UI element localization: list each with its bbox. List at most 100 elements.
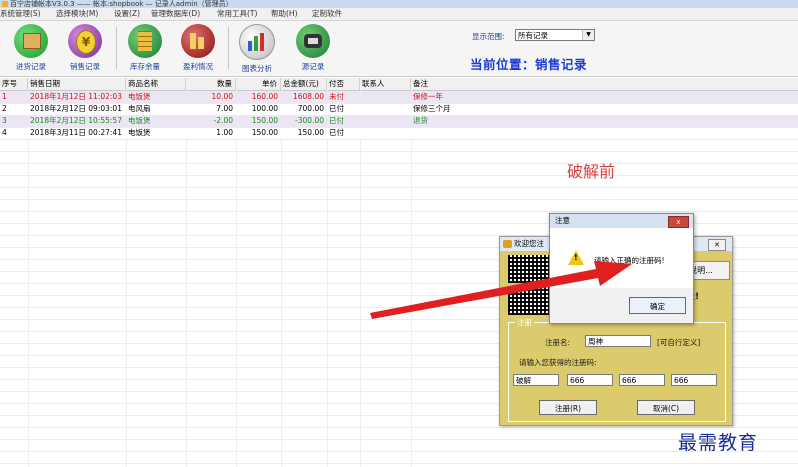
toolbar-separator	[228, 27, 229, 69]
profit-label: 盈利情况	[183, 62, 213, 71]
warning-icon: !	[568, 250, 584, 265]
stock-button[interactable]: 库存余量	[120, 24, 170, 72]
table-row[interactable]: 3 2018年2月12日 10:55:57 电饭煲 -2.00 150.00 -300.0…	[0, 115, 798, 127]
cell-note: 退货	[413, 116, 428, 125]
cell-date: 2018年1月12日 11:02:03	[30, 92, 122, 101]
grid-line	[0, 115, 798, 116]
current-location: 当前位置：销售记录	[470, 57, 588, 72]
toolbar-separator	[116, 27, 117, 69]
cell-total: 1608.00	[292, 92, 324, 101]
message-box: 注意 x ! 请输入正确的注册码! 确定	[549, 213, 694, 324]
grid-line	[0, 175, 798, 176]
col-header-paid[interactable]: 付否	[327, 78, 360, 90]
grid-line	[0, 199, 798, 200]
menu-module[interactable]: 选择模块(M)	[56, 8, 98, 20]
col-header-no[interactable]: 序号	[0, 78, 28, 90]
cell-total: -300.00	[295, 116, 324, 125]
qr-code-icon	[508, 255, 552, 283]
register-name-input[interactable]: 周神	[585, 335, 651, 347]
window-title-bar: 百宁店铺帐本V3.0.3 —— 帐本:shopbook — 记录人admin（管…	[0, 0, 798, 8]
cell-contact	[360, 115, 411, 127]
register-button[interactable]: 注册(R)	[539, 400, 597, 415]
register-code-input-2[interactable]: 666	[567, 374, 613, 386]
cancel-button[interactable]: 取消(C)	[637, 400, 695, 415]
chart-analysis-label: 图表分析	[242, 64, 272, 73]
cell-note: 保修一年	[413, 92, 443, 101]
cell-no: 3	[2, 116, 7, 125]
menu-custom[interactable]: 定制软件	[312, 8, 342, 20]
menu-tools[interactable]: 常用工具(T)	[217, 8, 257, 20]
menu-system[interactable]: 系统管理(S)	[0, 8, 41, 20]
col-header-item[interactable]: 商品名称	[126, 78, 186, 90]
menu-settings[interactable]: 设置(Z)	[114, 8, 140, 20]
cell-item: 电风扇	[128, 104, 151, 113]
ok-button[interactable]: 确定	[629, 297, 686, 314]
col-header-contact[interactable]: 联系人	[360, 78, 411, 90]
register-dialog-title: 欢迎您注	[514, 239, 544, 248]
chart-icon	[239, 24, 275, 60]
cell-paid: 已付	[329, 104, 344, 113]
grid-line	[0, 163, 798, 164]
app-icon	[2, 1, 8, 7]
table-row[interactable]: 2 2018年2月12日 09:03:01 电风扇 7.00 100.00 700.00 已…	[0, 103, 798, 115]
col-header-price[interactable]: 单价	[236, 78, 281, 90]
col-header-note[interactable]: 备注	[411, 78, 798, 90]
purchase-records-button[interactable]: 进货记录	[6, 24, 56, 72]
qr-code-icon	[508, 287, 552, 315]
display-range-value: 所有记录	[518, 31, 548, 40]
money-icon: ¥	[68, 24, 102, 58]
purchase-records-label: 进货记录	[16, 62, 46, 71]
cell-date: 2018年3月11日 00:27:41	[30, 128, 122, 137]
duck-icon	[503, 240, 512, 248]
grid-line	[0, 103, 798, 104]
message-text: 请输入正确的注册码!	[594, 256, 665, 265]
cell-no: 4	[2, 128, 7, 137]
cell-qty: 1.00	[216, 128, 233, 137]
dropdown-arrow-icon[interactable]: ▼	[582, 30, 594, 40]
display-range-select[interactable]: 所有记录 ▼	[515, 29, 595, 41]
grid-line	[0, 139, 798, 140]
register-code-input-3[interactable]: 666	[619, 374, 665, 386]
menu-bar: 系统管理(S) 选择模块(M) 设置(Z) 管理数据库(D) 常用工具(T) 帮…	[0, 8, 798, 21]
source-records-label: 源记录	[301, 62, 325, 71]
register-group: 注册 注册名: 周神 [可自行定义] 请输入您获得的注册码: 破解 666 66…	[508, 317, 726, 422]
menu-database[interactable]: 管理数据库(D)	[151, 8, 200, 20]
cell-item: 电饭煲	[128, 116, 151, 125]
profit-button[interactable]: 盈利情况	[173, 24, 223, 72]
cell-qty: -2.00	[213, 116, 233, 125]
cell-note	[411, 127, 798, 139]
cell-no: 2	[2, 104, 7, 113]
grid-line	[0, 127, 798, 128]
close-icon[interactable]: x	[668, 216, 689, 228]
col-header-qty[interactable]: 数量	[186, 78, 236, 90]
table-header: 序号 销售日期 商品名称 数量 单价 总金额(元) 付否 联系人 备注	[0, 78, 798, 91]
col-header-date[interactable]: 销售日期	[28, 78, 126, 90]
cell-contact	[360, 91, 411, 103]
window-title: 百宁店铺帐本V3.0.3 —— 帐本:shopbook — 记录人admin（管…	[10, 0, 233, 8]
cell-date: 2018年2月12日 10:55:57	[30, 116, 122, 125]
register-code-label: 请输入您获得的注册码:	[519, 358, 597, 367]
message-box-body: ! 请输入正确的注册码!	[550, 228, 693, 288]
grid-line	[0, 187, 798, 188]
table-row[interactable]: 4 2018年3月11日 00:27:41 电饭煲 1.00 150.00 150.00 已…	[0, 127, 798, 139]
cell-total: 150.00	[297, 128, 324, 137]
register-code-input-1[interactable]: 破解	[513, 374, 559, 386]
message-box-title: 注意	[555, 216, 570, 225]
cell-qty: 10.00	[211, 92, 233, 101]
register-code-input-4[interactable]: 666	[671, 374, 717, 386]
cell-paid: 已付	[329, 128, 344, 137]
sales-records-button[interactable]: ¥ 销售记录	[60, 24, 110, 72]
col-header-total[interactable]: 总金额(元)	[281, 78, 327, 90]
cell-contact	[360, 103, 411, 115]
register-name-label: 注册名:	[545, 338, 571, 347]
menu-help[interactable]: 帮助(H)	[271, 8, 298, 20]
chart-analysis-button[interactable]: 图表分析	[232, 24, 282, 73]
source-records-button[interactable]: 源记录	[288, 24, 338, 72]
close-icon[interactable]: ✕	[708, 239, 726, 251]
grid-line	[0, 211, 798, 212]
table-row[interactable]: 1 2018年1月12日 11:02:03 电饭煲 10.00 160.00 1608.0…	[0, 91, 798, 103]
brand-logo-text: 最需教育	[678, 432, 759, 454]
stock-label: 库存余量	[130, 62, 160, 71]
register-group-label: 注册	[515, 317, 534, 328]
cell-item: 电饭煲	[128, 128, 151, 137]
